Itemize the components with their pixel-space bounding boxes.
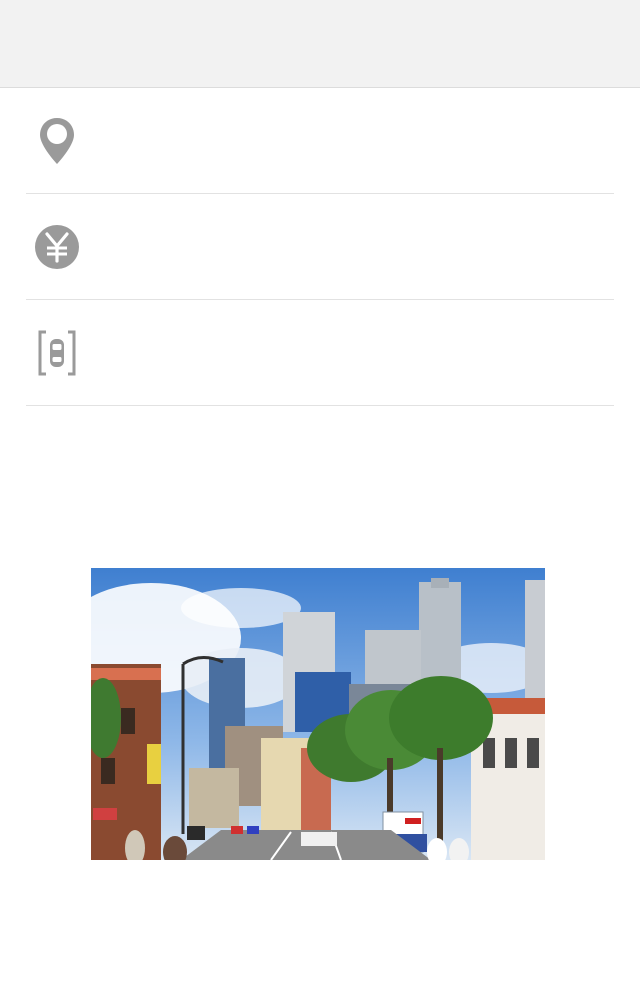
parking-car-icon: [34, 330, 80, 376]
yen-coin-icon: [34, 224, 80, 270]
location-row[interactable]: [26, 88, 614, 194]
price-row[interactable]: [26, 194, 614, 300]
top-bar: [0, 0, 640, 88]
info-list: [26, 88, 614, 406]
city-street-photo: [91, 568, 545, 860]
parking-row[interactable]: [26, 300, 614, 406]
location-pin-icon: [34, 117, 80, 164]
